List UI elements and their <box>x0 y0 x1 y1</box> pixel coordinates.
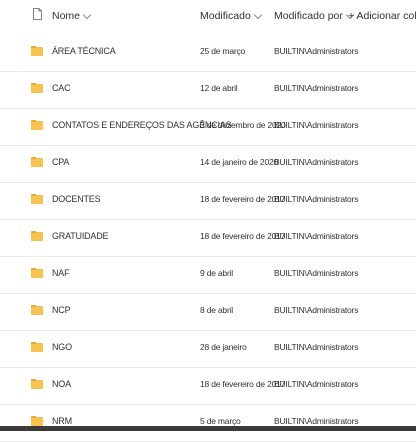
folder-icon <box>31 231 43 241</box>
folder-icon <box>31 120 43 130</box>
list-item[interactable]: NAF 9 de abril BUILTIN\Administrators <box>0 256 416 294</box>
item-name[interactable]: DOCENTES <box>52 194 101 204</box>
item-name[interactable]: NAF <box>52 268 70 278</box>
item-modified-by: BUILTIN\Administrators <box>274 379 359 389</box>
bottom-bar <box>0 426 416 431</box>
item-name[interactable]: NRM <box>52 416 72 426</box>
column-header-name[interactable]: Nome <box>52 10 92 22</box>
item-modified-by: BUILTIN\Administrators <box>274 157 359 167</box>
list-item[interactable]: NRM 5 de março BUILTIN\Administrators <box>0 404 416 442</box>
add-column-label: + Adicionar coluna <box>348 10 416 22</box>
item-modified: 25 de março <box>200 46 246 56</box>
item-modified: 18 de fevereiro de 2017 <box>200 379 286 389</box>
item-name[interactable]: ÁREA TÉCNICA <box>52 46 116 56</box>
add-column-button[interactable]: + Adicionar coluna <box>348 10 416 22</box>
item-modified-by: BUILTIN\Administrators <box>274 194 359 204</box>
item-modified-by: BUILTIN\Administrators <box>274 416 359 426</box>
folder-icon <box>31 194 43 204</box>
folder-icon <box>31 305 43 315</box>
folder-icon <box>31 157 43 167</box>
item-name[interactable]: CPA <box>52 157 69 167</box>
item-name[interactable]: GRATUIDADE <box>52 231 109 241</box>
list-item[interactable]: CPA 14 de janeiro de 2020 BUILTIN\Administ… <box>0 145 416 183</box>
list-item[interactable]: CAC 12 de abril BUILTIN\Administrators <box>0 71 416 109</box>
item-modified-by: BUILTIN\Administrators <box>274 120 359 130</box>
item-modified: 8 de abril <box>200 305 233 315</box>
column-header-modified-label: Modificado <box>200 10 251 22</box>
folder-icon <box>31 416 43 426</box>
column-header-modified[interactable]: Modificado <box>200 10 263 22</box>
item-modified: 12 de abril <box>200 83 238 93</box>
item-modified: 18 de fevereiro de 2017 <box>200 231 286 241</box>
item-modified: 3 de dezembro de 2020 <box>200 120 286 130</box>
list-item[interactable]: CONTATOS E ENDEREÇOS DAS AGÊNCIAS 3 de de… <box>0 108 416 146</box>
chevron-down-icon <box>82 10 92 19</box>
item-modified-by: BUILTIN\Administrators <box>274 46 359 56</box>
folder-icon <box>31 46 43 56</box>
item-modified-by: BUILTIN\Administrators <box>274 342 359 352</box>
folder-icon <box>31 342 43 352</box>
item-modified-by: BUILTIN\Administrators <box>274 231 359 241</box>
column-header-modified-by-label: Modificado por <box>274 10 343 22</box>
item-modified: 14 de janeiro de 2020 <box>200 157 279 167</box>
folder-icon <box>31 379 43 389</box>
column-header-modified-by[interactable]: Modificado por <box>274 10 355 22</box>
item-modified: 28 de janeiro <box>200 342 247 352</box>
item-modified-by: BUILTIN\Administrators <box>274 83 359 93</box>
folder-icon <box>31 83 43 93</box>
item-modified: 18 de fevereiro de 2017 <box>200 194 286 204</box>
folder-icon <box>31 268 43 278</box>
item-name[interactable]: NOA <box>52 379 71 389</box>
item-name[interactable]: NCP <box>52 305 71 315</box>
file-type-icon[interactable] <box>33 8 42 20</box>
column-header-name-label: Nome <box>52 10 81 22</box>
item-modified: 9 de abril <box>200 268 233 278</box>
chevron-down-icon <box>253 10 263 19</box>
list-item[interactable]: NGO 28 de janeiro BUILTIN\Administrators <box>0 330 416 368</box>
list-item[interactable]: NOA 18 de fevereiro de 2017 BUILTIN\Admini… <box>0 367 416 405</box>
item-modified-by: BUILTIN\Administrators <box>274 305 359 315</box>
list-item[interactable]: DOCENTES 18 de fevereiro de 2017 BUILTIN\A… <box>0 182 416 220</box>
list-item[interactable]: GRATUIDADE 18 de fevereiro de 2017 BUILTIN… <box>0 219 416 257</box>
item-modified-by: BUILTIN\Administrators <box>274 268 359 278</box>
list-item[interactable]: ÁREA TÉCNICA 25 de março BUILTIN\Administr… <box>0 34 416 72</box>
column-header-row: Nome Modificado Modificado por + Adicion… <box>0 0 416 34</box>
item-name[interactable]: CAC <box>52 83 71 93</box>
list-item[interactable]: NCP 8 de abril BUILTIN\Administrators <box>0 293 416 331</box>
item-name[interactable]: NGO <box>52 342 72 352</box>
item-modified: 5 de março <box>200 416 241 426</box>
